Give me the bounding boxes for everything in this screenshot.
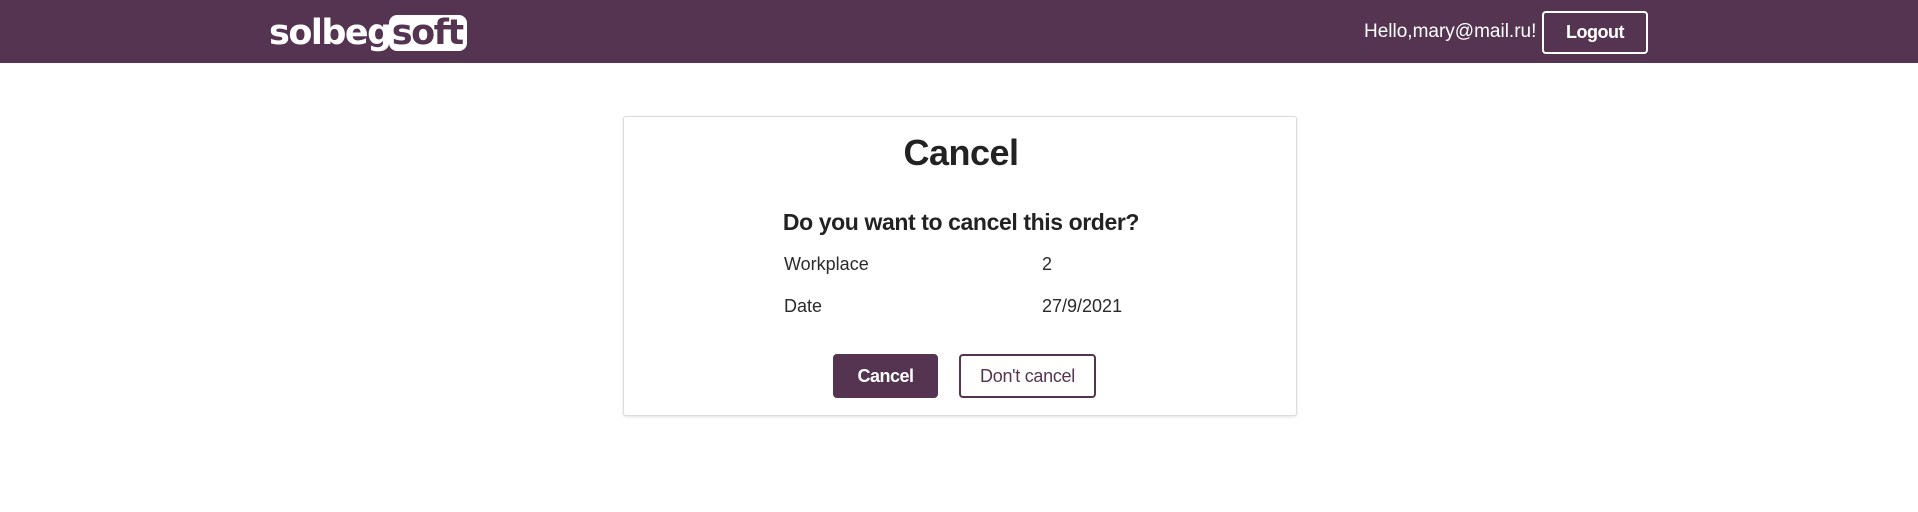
cancel-order-dialog: Cancel Do you want to cancel this order?… bbox=[623, 116, 1297, 416]
detail-row-workplace: Workplace 2 bbox=[784, 252, 1184, 276]
logout-button[interactable]: Logout bbox=[1542, 11, 1648, 54]
dont-cancel-button[interactable]: Don't cancel bbox=[959, 354, 1096, 398]
detail-row-date: Date 27/9/2021 bbox=[784, 294, 1184, 318]
date-label: Date bbox=[784, 296, 823, 316]
confirmation-question: Do you want to cancel this order? bbox=[782, 209, 1140, 235]
solbegsoft-logo[interactable]: solbeg soft bbox=[269, 12, 467, 54]
date-value: 27/9/2021 bbox=[1042, 296, 1123, 316]
top-navbar: solbeg soft Hello,mary@mail.ru! Logout bbox=[0, 0, 1918, 63]
workplace-label: Workplace bbox=[784, 254, 869, 274]
logo-text-left: solbeg bbox=[269, 13, 392, 53]
logo-text-right: soft bbox=[388, 15, 467, 51]
dialog-title: Cancel bbox=[903, 132, 1019, 173]
confirm-cancel-button[interactable]: Cancel bbox=[833, 354, 938, 398]
user-greeting: Hello,mary@mail.ru! bbox=[1364, 21, 1537, 42]
workplace-value: 2 bbox=[1042, 254, 1053, 274]
